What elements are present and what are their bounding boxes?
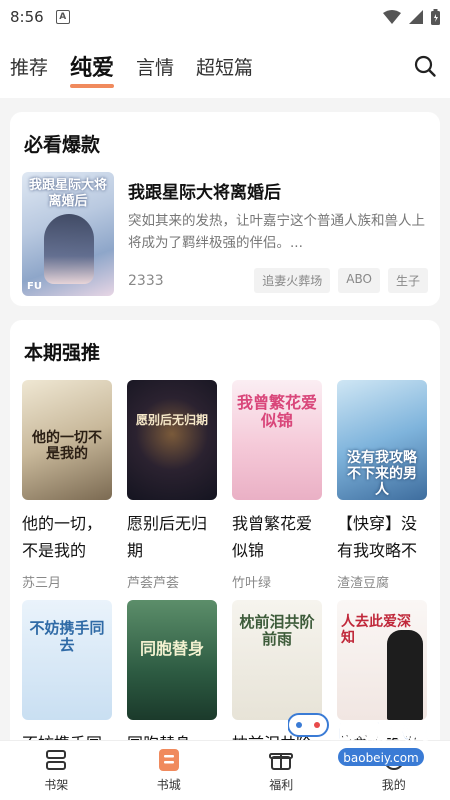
book-author: 竹叶绿 xyxy=(232,576,272,591)
status-time: 8:56 xyxy=(10,8,44,26)
featured-book-meta: 2333 追妻火葬场 ABO 生子 xyxy=(128,268,428,293)
section-title: 必看爆款 xyxy=(24,134,101,156)
tab-romance[interactable]: 言情 xyxy=(136,53,174,80)
wifi-icon xyxy=(383,10,401,24)
section-title: 本期强推 xyxy=(24,342,101,364)
book-item[interactable]: 同胞替身 同胞替身 xyxy=(127,600,219,760)
tab-recommend[interactable]: 推荐 xyxy=(10,53,48,80)
tab-danmei[interactable]: 纯爱 xyxy=(70,50,115,88)
book-item[interactable]: 他的一切不是我的 他的一切，不是我的 苏三月 xyxy=(22,380,114,591)
book-title: 【快穿】没有我攻略不下来的男人 xyxy=(337,514,418,560)
book-item[interactable]: 我曾繁花爱似锦 我曾繁花爱似锦 竹叶绿 xyxy=(232,380,324,591)
book-cover[interactable]: 人去此爱深知 xyxy=(337,600,427,720)
nav-label: 书架 xyxy=(44,778,69,792)
cover-title: 不妨携手同去 xyxy=(29,619,105,655)
featured-book-cover[interactable]: 我跟星际大将离婚后 FU xyxy=(22,172,114,296)
cover-title: 枕前泪共阶前雨 xyxy=(239,613,315,649)
cover-title: 没有我攻略不下来的男人 xyxy=(347,450,417,499)
tab-short-stories[interactable]: 超短篇 xyxy=(196,53,253,80)
bookstore-icon xyxy=(156,748,182,772)
book-author: 渣渣豆腐 xyxy=(337,576,390,591)
tag[interactable]: 生子 xyxy=(387,268,428,293)
gamepad-icon xyxy=(288,713,329,737)
bookshelf-icon xyxy=(43,748,69,772)
book-cover[interactable]: 没有我攻略不下来的男人 xyxy=(337,380,427,500)
nav-bookstore[interactable]: 书城 xyxy=(113,741,226,800)
publisher-logo: FU xyxy=(27,281,42,292)
book-cover[interactable]: 他的一切不是我的 xyxy=(22,380,112,500)
cover-title: 我跟星际大将离婚后 xyxy=(28,178,107,209)
book-author: 苏三月 xyxy=(22,576,62,591)
featured-section: 必看爆款 我跟星际大将离婚后 FU 我跟星际大将离婚后 突如其来的发热，让叶嘉宁… xyxy=(10,112,440,306)
weekly-picks-section: 本期强推 他的一切不是我的 他的一切，不是我的 苏三月 愿别后无归期 愿别后无归… xyxy=(10,320,440,760)
book-item[interactable]: 没有我攻略不下来的男人 【快穿】没有我攻略不下来的男人 渣渣豆腐 xyxy=(337,380,429,591)
book-cover[interactable]: 枕前泪共阶前雨 xyxy=(232,600,322,720)
book-item[interactable]: 不妨携手同去 不妨携手同去 xyxy=(22,600,114,760)
book-title: 我曾繁花爱似锦 xyxy=(232,514,313,560)
tag[interactable]: 追妻火葬场 xyxy=(254,268,331,293)
book-cover[interactable]: 不妨携手同去 xyxy=(22,600,112,720)
signal-icon xyxy=(409,10,423,24)
book-cover[interactable]: 愿别后无归期 xyxy=(127,380,217,500)
featured-book-description: 突如其来的发热，让叶嘉宁这个普通人族和兽人上将成为了羁绊极强的伴侣。... xyxy=(128,213,425,251)
watermark-title: 宝贝游戏网 xyxy=(330,719,430,743)
book-cover[interactable]: 我曾繁花爱似锦 xyxy=(232,380,322,500)
cover-illustration xyxy=(387,630,423,720)
book-title: 愿别后无归期 xyxy=(127,514,208,560)
book-item[interactable]: 愿别后无归期 愿别后无归期 芦荟芦荟 xyxy=(127,380,219,591)
tag[interactable]: ABO xyxy=(338,268,380,293)
nav-label: 福利 xyxy=(269,778,294,792)
notification-icon: A xyxy=(55,10,70,24)
battery-icon xyxy=(431,9,440,25)
watermark-url: baobeiy.com xyxy=(343,751,418,765)
search-button[interactable] xyxy=(410,51,440,81)
nav-label: 书城 xyxy=(156,778,181,792)
book-title: 他的一切，不是我的 xyxy=(22,514,103,560)
site-watermark: 宝贝游戏网 baobeiy.com xyxy=(288,713,430,766)
featured-book-title[interactable]: 我跟星际大将离婚后 xyxy=(128,178,281,203)
nav-bookshelf[interactable]: 书架 xyxy=(0,741,113,800)
nav-label: 我的 xyxy=(381,778,406,792)
category-tabs: 推荐 纯爱 言情 超短篇 xyxy=(0,34,450,98)
tag-list: 追妻火葬场 ABO 生子 xyxy=(254,268,428,293)
book-author: 芦荟芦荟 xyxy=(127,576,180,591)
cover-illustration xyxy=(44,214,94,284)
cover-title: 愿别后无归期 xyxy=(135,413,208,427)
cover-title: 他的一切不是我的 xyxy=(32,430,102,463)
read-count: 2333 xyxy=(128,272,164,289)
book-cover[interactable]: 同胞替身 xyxy=(127,600,217,720)
cover-title: 同胞替身 xyxy=(139,639,204,658)
search-icon xyxy=(414,55,436,77)
status-bar: 8:56 A xyxy=(0,0,450,34)
cover-title: 我曾繁花爱似锦 xyxy=(236,393,317,431)
